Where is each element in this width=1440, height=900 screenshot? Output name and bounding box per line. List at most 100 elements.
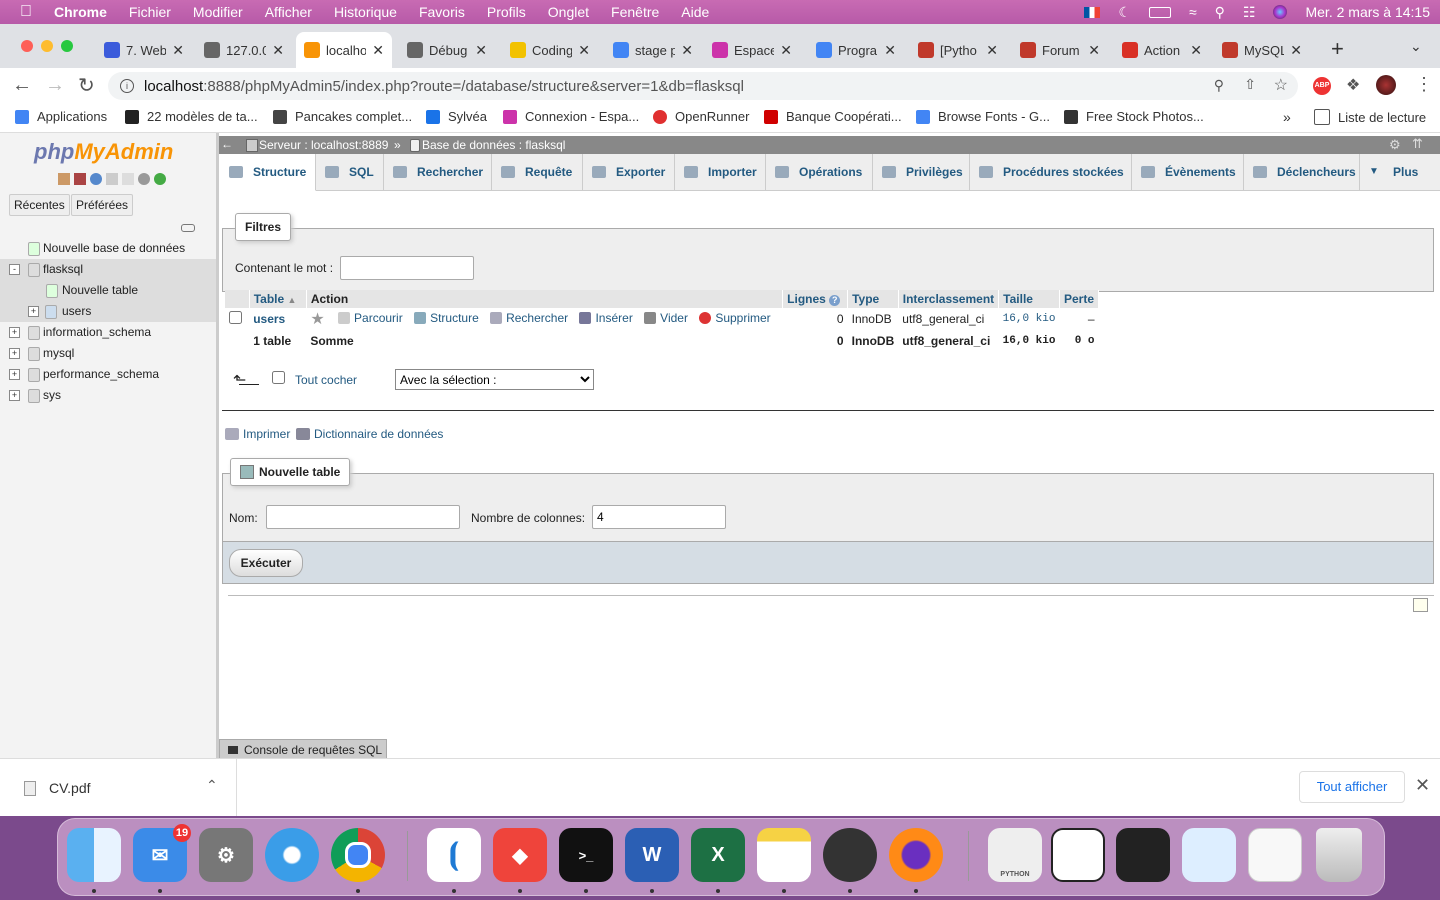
menu-item[interactable]: Profils	[487, 4, 526, 20]
bookmark-item[interactable]: Sylvéa	[426, 109, 487, 124]
bookmark-item[interactable]: Free Stock Photos...	[1064, 109, 1204, 124]
zoom-window-button[interactable]	[61, 40, 73, 52]
expand-icon[interactable]: +	[9, 327, 20, 338]
menubar-datetime[interactable]: Mer. 2 mars à 14:15	[1305, 4, 1430, 20]
with-selected-dropdown[interactable]: Avec la sélection :	[395, 369, 594, 390]
moon-icon[interactable]: ☾	[1118, 4, 1131, 21]
bookmarks-overflow-icon[interactable]: »	[1283, 109, 1291, 125]
browser-tab[interactable]: Progra ✕	[808, 32, 904, 68]
word-icon[interactable]: W	[625, 828, 679, 882]
close-tab-icon[interactable]: ✕	[372, 42, 384, 59]
column-header-overhead[interactable]: Perte	[1059, 290, 1100, 308]
window-thumbnail[interactable]	[1051, 828, 1105, 882]
table-name-input[interactable]	[266, 505, 460, 529]
close-tab-icon[interactable]: ✕	[578, 42, 590, 59]
logout-icon[interactable]	[74, 173, 86, 185]
adblock-icon[interactable]: ABP	[1313, 77, 1331, 95]
docs-icon[interactable]	[106, 173, 118, 185]
insert-action[interactable]: Insérer	[579, 311, 633, 325]
tree-item-table-users[interactable]: + users	[0, 301, 216, 322]
tab-procédures-stockées[interactable]: Procédures stockées	[969, 154, 1132, 190]
search-action[interactable]: Rechercher	[490, 311, 568, 325]
tab-search-chevron-icon[interactable]: ⌄	[1410, 38, 1422, 55]
gear-icon[interactable]	[138, 173, 150, 185]
wifi-icon[interactable]: ≈	[1189, 4, 1197, 20]
close-tab-icon[interactable]: ✕	[780, 42, 792, 59]
tree-item-database[interactable]: + performance_schema	[0, 364, 216, 385]
bookmark-item[interactable]: Pancakes complet...	[273, 109, 412, 124]
close-tab-icon[interactable]: ✕	[884, 42, 896, 59]
execute-button[interactable]: Exécuter	[229, 549, 303, 577]
docs-icon[interactable]	[122, 173, 134, 185]
sql-console-toggle[interactable]: Console de requêtes SQL	[219, 739, 388, 760]
row-checkbox[interactable]	[229, 311, 242, 324]
close-tab-icon[interactable]: ✕	[272, 42, 284, 59]
tab-évènements[interactable]: Évènements	[1131, 154, 1244, 190]
collapse-nav-icon[interactable]: ←	[221, 137, 233, 151]
column-header-type[interactable]: Type	[847, 290, 899, 308]
back-button[interactable]: ←	[12, 74, 32, 97]
trash-icon[interactable]	[1316, 828, 1362, 882]
check-all-checkbox[interactable]	[272, 371, 285, 384]
terminal-icon[interactable]: >_	[559, 828, 613, 882]
excel-icon[interactable]: X	[691, 828, 745, 882]
favorite-star-icon[interactable]: ★	[310, 311, 324, 328]
menu-item[interactable]: Aide	[681, 4, 709, 20]
column-header-size[interactable]: Taille	[998, 290, 1060, 308]
address-bar[interactable]: i localhost:8888/phpMyAdmin5/index.php?r…	[108, 72, 1298, 100]
anydesk-icon[interactable]: ◆	[493, 828, 547, 882]
favorite-tables-button[interactable]: Préférées	[71, 194, 134, 216]
tab-requête[interactable]: Requête	[491, 154, 583, 190]
breadcrumb-server[interactable]: Serveur : localhost:8889	[259, 138, 388, 152]
window-thumbnail[interactable]	[1248, 828, 1302, 882]
recent-tables-button[interactable]: Récentes	[9, 194, 70, 216]
browser-tab[interactable]: Forum ✕	[1012, 32, 1108, 68]
phpmyadmin-logo[interactable]: phpMyAdmin	[34, 139, 173, 165]
mail-icon[interactable]: ✉ 19	[133, 824, 191, 882]
tree-item-new-table[interactable]: Nouvelle table	[0, 280, 216, 301]
tab-sql[interactable]: SQL	[315, 154, 384, 190]
browser-tab[interactable]: 7. Web ✕	[96, 32, 192, 68]
expand-icon[interactable]: +	[9, 369, 20, 380]
column-header-collation[interactable]: Interclassement	[898, 290, 1000, 308]
check-all-label[interactable]: Tout cocher	[295, 373, 357, 387]
close-tab-icon[interactable]: ✕	[1190, 42, 1202, 59]
download-item[interactable]: CV.pdf ⌃	[0, 759, 237, 816]
close-window-button[interactable]	[21, 40, 33, 52]
close-tab-icon[interactable]: ✕	[1088, 42, 1100, 59]
row-size[interactable]: 16,0 kio	[999, 308, 1060, 330]
close-tab-icon[interactable]: ✕	[986, 42, 998, 59]
bookmark-item[interactable]: Connexion - Espa...	[503, 109, 639, 124]
column-count-input[interactable]	[592, 505, 726, 529]
close-shelf-icon[interactable]: ✕	[1415, 775, 1430, 796]
menu-item[interactable]: Fenêtre	[611, 4, 659, 20]
tree-item-database-flasksql[interactable]: - flasksql	[0, 259, 216, 280]
structure-action[interactable]: Structure	[414, 311, 479, 325]
menu-item[interactable]: Favoris	[419, 4, 465, 20]
mamp-icon[interactable]	[823, 828, 877, 882]
data-dictionary-link[interactable]: Dictionnaire de données	[296, 427, 443, 441]
flag-fr-icon[interactable]	[1084, 6, 1101, 18]
download-options-chevron-icon[interactable]: ⌃	[206, 777, 218, 794]
menu-item[interactable]: Modifier	[193, 4, 243, 20]
tab-opérations[interactable]: Opérations	[765, 154, 873, 190]
bookmark-applications[interactable]: Applications	[15, 109, 107, 124]
profile-avatar[interactable]	[1376, 75, 1396, 95]
bookmark-item[interactable]: Browse Fonts - G...	[916, 109, 1050, 124]
tree-item-database[interactable]: + sys	[0, 385, 216, 406]
filter-input[interactable]	[340, 256, 474, 280]
table-name-link[interactable]: users	[253, 312, 285, 326]
link-icon[interactable]	[181, 224, 195, 232]
system-settings-icon[interactable]: ⚙	[199, 828, 253, 882]
close-tab-icon[interactable]: ✕	[681, 42, 693, 59]
tree-item-database[interactable]: + information_schema	[0, 322, 216, 343]
settings-gear-icon[interactable]: ⚙	[1389, 137, 1401, 153]
empty-action[interactable]: Vider	[644, 311, 688, 325]
expand-icon[interactable]: +	[9, 348, 20, 359]
chrome-menu-icon[interactable]: ⋮	[1415, 74, 1433, 95]
finder-icon[interactable]	[67, 828, 121, 882]
menu-app-name[interactable]: Chrome	[54, 4, 107, 20]
tab-structure[interactable]: Structure	[219, 154, 316, 191]
tree-item-new-database[interactable]: Nouvelle base de données	[0, 238, 216, 259]
reload-button[interactable]: ↻	[78, 73, 95, 98]
